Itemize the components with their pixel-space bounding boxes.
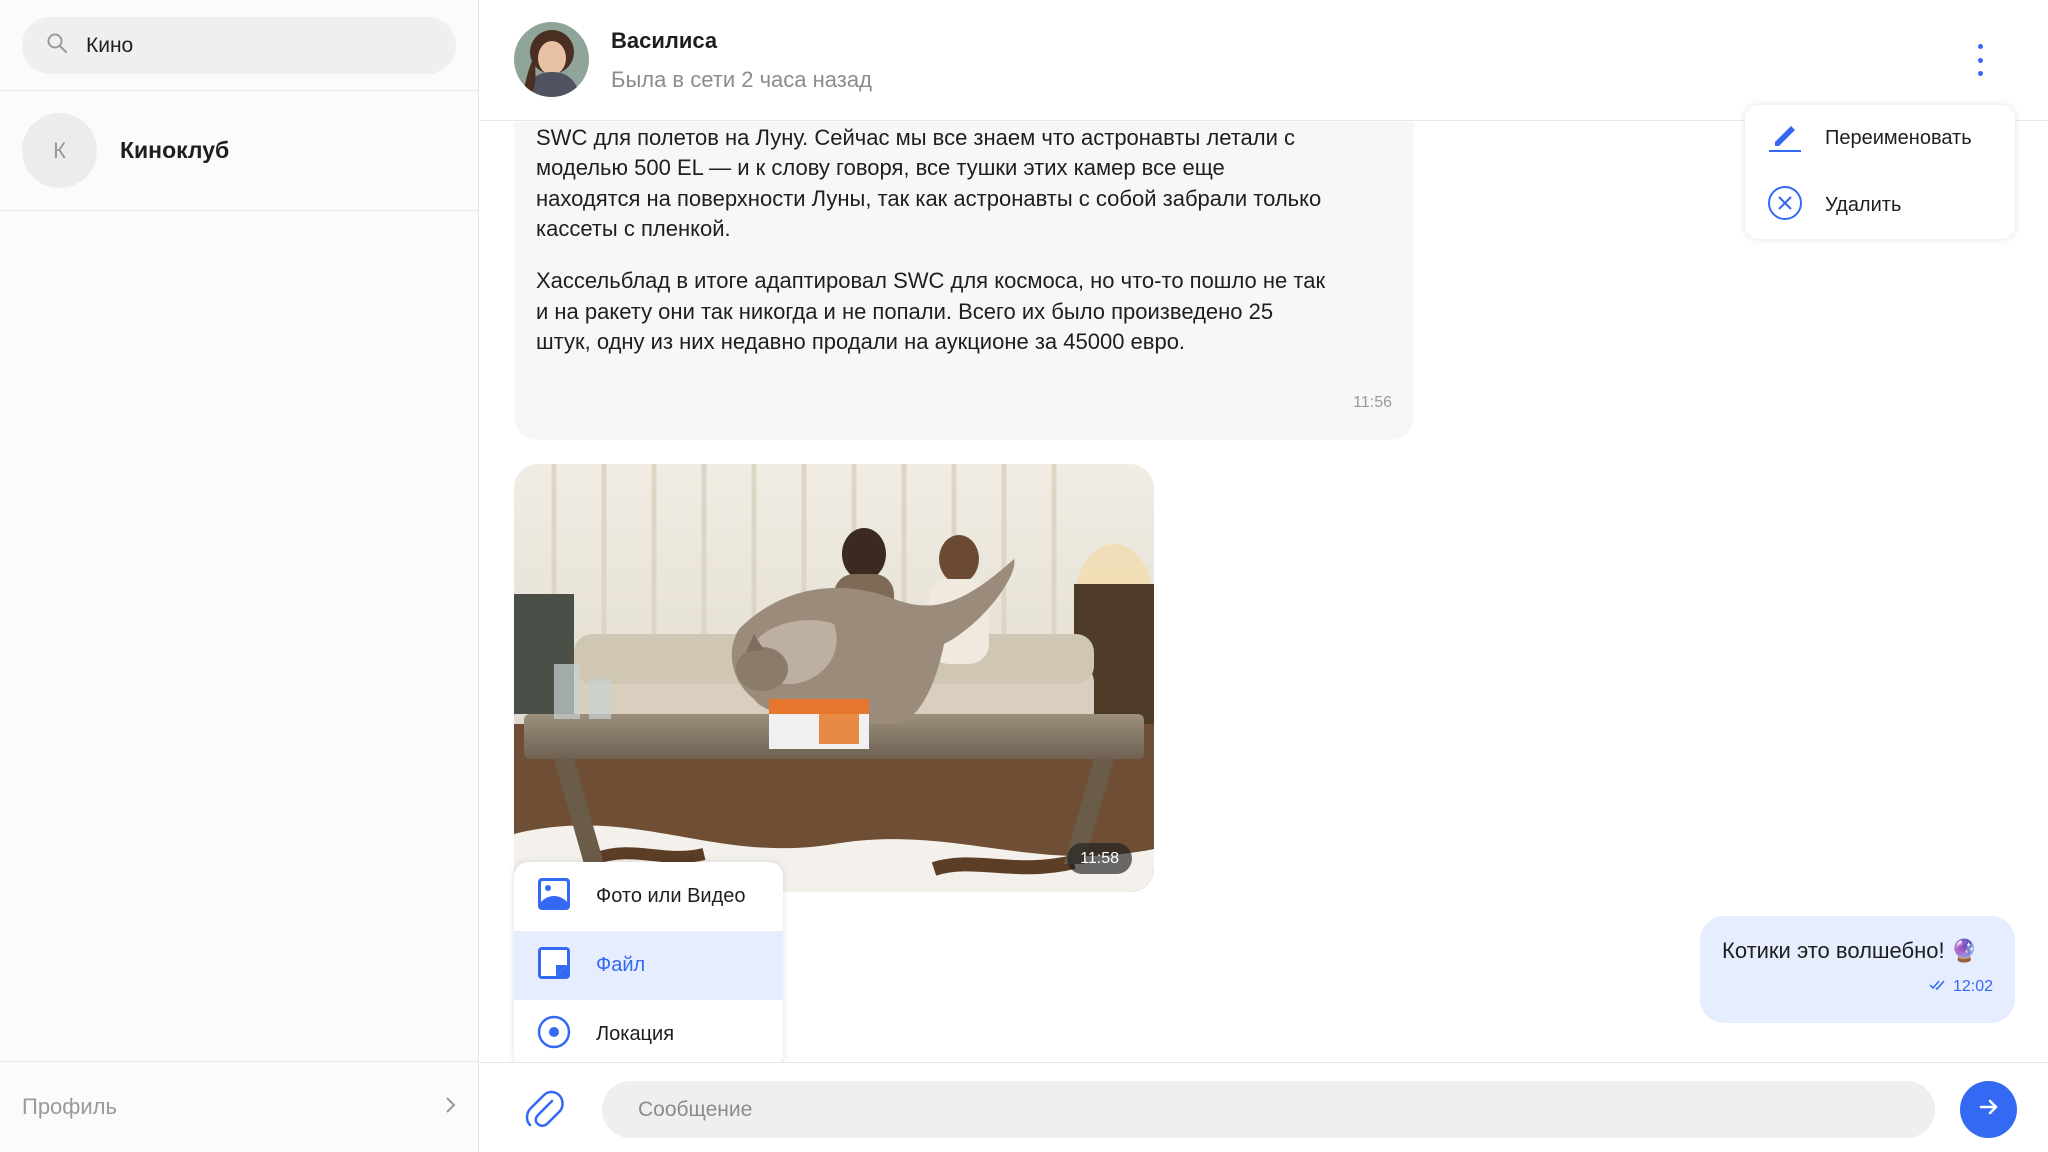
contact-status: Была в сети 2 часа назад	[611, 67, 872, 92]
chat-header: Василиса Была в сети 2 часа назад	[480, 0, 2048, 121]
file-icon	[536, 945, 596, 987]
menu-item-label: Локация	[596, 1023, 675, 1045]
menu-item-label: Фото или Видео	[596, 885, 746, 907]
search-value: Кино	[86, 33, 134, 57]
contact-name: Василиса	[611, 28, 718, 53]
location-icon	[536, 1014, 596, 1056]
profile-link[interactable]: Профиль	[0, 1061, 478, 1152]
menu-item-label: Переименовать	[1825, 127, 1972, 149]
profile-label: Профиль	[22, 1094, 117, 1119]
more-options-button[interactable]	[1970, 44, 1990, 76]
avatar[interactable]	[514, 22, 589, 97]
dot	[1977, 71, 1983, 76]
menu-item-label: Файл	[596, 954, 646, 976]
message-text: Котики это волшебно! 🔮	[1722, 938, 1979, 963]
search-area: Кино	[0, 0, 478, 91]
incoming-message: — НАСА в какой-то момент попросила Хассе…	[514, 122, 1414, 440]
arrow-right-icon	[1977, 1095, 2001, 1124]
chat-name: Киноклуб	[120, 137, 230, 163]
attach-location-item[interactable]: Локация	[514, 1000, 783, 1069]
sidebar: Кино К Киноклуб Профиль	[0, 0, 479, 1152]
message-time: 11:56	[1353, 394, 1392, 411]
message-meta: 12:02	[1929, 978, 1993, 996]
paperclip-icon[interactable]	[524, 1087, 564, 1131]
cat-photo	[514, 464, 1154, 892]
message-text: Хассельблад в итоге адаптировал SWC для …	[536, 268, 1326, 354]
message-time: 11:58	[1067, 843, 1132, 874]
outgoing-message: Котики это волшебно! 🔮 12:02	[1700, 916, 2015, 1023]
pencil-icon	[1767, 118, 1825, 160]
chat-panel: — НАСА в какой-то момент попросила Хассе…	[480, 0, 2048, 1152]
chevron-right-icon	[444, 1095, 458, 1120]
attach-menu: Фото или Видео Файл Локация	[514, 862, 783, 1069]
photo-message[interactable]: 11:58	[514, 464, 1154, 892]
dot	[1977, 57, 1983, 63]
chat-options-menu: Переименовать Удалить	[1745, 105, 2015, 239]
photo-video-icon	[536, 876, 596, 918]
send-button[interactable]	[1960, 1081, 2017, 1138]
attach-file-item[interactable]: Файл	[514, 931, 783, 1000]
message-time: 12:02	[1952, 978, 1993, 995]
delete-menu-item[interactable]: Удалить	[1745, 172, 2015, 239]
message-input[interactable]	[602, 1081, 1935, 1138]
message-text: — НАСА в какой-то момент попросила Хассе…	[536, 124, 1322, 242]
rename-menu-item[interactable]: Переименовать	[1745, 105, 2015, 172]
search-input[interactable]: Кино	[22, 17, 456, 74]
close-circle-icon	[1767, 185, 1825, 227]
chat-list-item[interactable]: К Киноклуб	[0, 91, 478, 211]
messenger-app: Кино К Киноклуб Профиль — НАСА в какой-т…	[0, 0, 2048, 1152]
dot	[1977, 44, 1983, 49]
read-check-icon	[1929, 978, 1947, 996]
message-composer	[480, 1062, 2048, 1152]
attach-photo-video-item[interactable]: Фото или Видео	[514, 862, 783, 931]
menu-item-label: Удалить	[1825, 194, 1902, 216]
search-icon	[46, 32, 68, 59]
avatar: К	[22, 113, 97, 188]
